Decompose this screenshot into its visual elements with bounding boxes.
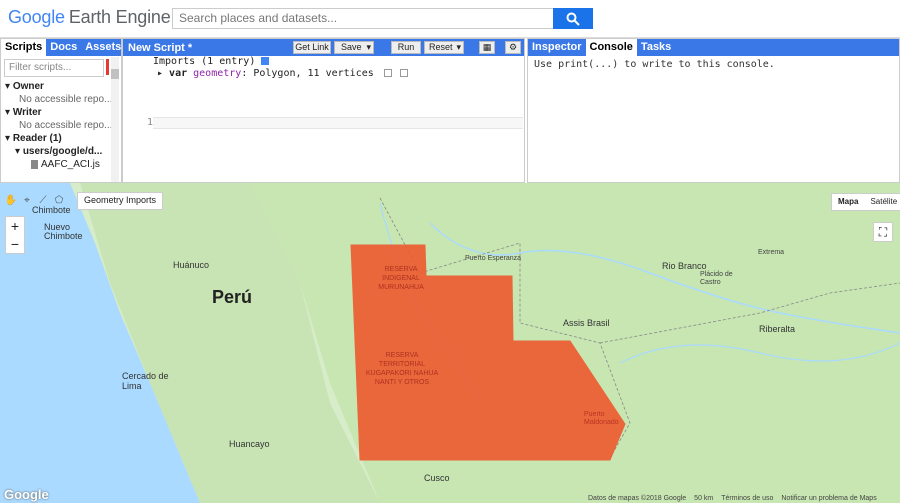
line-icon[interactable]: ⟋: [36, 193, 50, 207]
terms-link[interactable]: Términos de uso: [721, 495, 773, 503]
code-body[interactable]: Imports (1 entry) ▸ var geometry: Polygo…: [123, 56, 524, 80]
tree-users-google[interactable]: ▾ users/google/d...: [1, 145, 121, 158]
tree-owner-label: Owner: [12, 81, 44, 92]
marker-icon[interactable]: ⌖: [20, 193, 34, 207]
map-type-control: Mapa Satélite: [831, 193, 900, 211]
scale-label: 50 km: [694, 495, 714, 502]
tree-file-aafc-label: AAFC_ACI.js: [41, 159, 100, 170]
scripts-panel: Scripts Docs Assets Filter scripts... ▾ …: [0, 38, 122, 183]
filter-scripts-input[interactable]: Filter scripts...: [4, 59, 104, 77]
expand-arrow-icon[interactable]: ▸: [157, 68, 169, 79]
apps-icon[interactable]: ▦: [479, 41, 495, 54]
tab-console[interactable]: Console: [585, 39, 637, 56]
tab-assets[interactable]: Assets: [81, 39, 125, 56]
map-type-map[interactable]: Mapa: [832, 194, 864, 210]
label-nuevo-chimbote: Nuevo Chimbote: [44, 222, 83, 241]
save-label: Save: [341, 42, 362, 52]
label-reserva-kugapakori: RESERVA TERRITORIAL KUGAPAKORI NAHUA NAN…: [365, 352, 439, 386]
label-reserva-murunahua: RESERVA INDIGENAL MURUNAHUA: [378, 266, 424, 291]
fullscreen-icon[interactable]: ⛶: [873, 222, 893, 242]
label-rio-branco: Rio Branco: [662, 261, 707, 271]
info-icon[interactable]: [261, 57, 270, 65]
label-huancayo: Huancayo: [229, 439, 270, 449]
code-header: New Script * Get Link Save ▾ Run Reset ▾…: [123, 39, 524, 56]
label-puerto-esperanza: Puerto Esperanza: [465, 255, 522, 262]
tree-file-aafc[interactable]: AAFC_ACI.js: [1, 158, 121, 171]
app-logo[interactable]: Google Earth Engine: [8, 7, 171, 28]
map-type-satellite[interactable]: Satélite: [864, 194, 900, 210]
file-icon: [31, 159, 38, 169]
cursor-line: [153, 117, 523, 129]
label-huanuco: Huánuco: [173, 260, 210, 270]
var-keyword: var: [169, 68, 188, 79]
run-button[interactable]: Run: [391, 41, 421, 54]
tree-users-google-label: users/google/d...: [22, 146, 103, 157]
scroll-indicator: [106, 59, 109, 75]
label-extrema: Extrema: [758, 249, 785, 256]
reset-label: Reset: [429, 42, 453, 52]
label-puerto-maldonado: Puerto Maldonado: [584, 411, 619, 426]
tab-tasks[interactable]: Tasks: [637, 39, 675, 56]
tab-docs[interactable]: Docs: [46, 39, 81, 56]
zoom-in-button[interactable]: +: [6, 217, 24, 235]
left-tabs: Scripts Docs Assets: [1, 39, 121, 56]
google-map-logo: Google: [4, 487, 49, 502]
label-riberalta: Riberalta: [759, 324, 796, 334]
console-message: Use print(...) to write to this console.: [534, 59, 775, 70]
tree-writer-label: Writer: [12, 107, 42, 118]
right-tabs: Inspector Console Tasks: [528, 39, 899, 56]
tree-writer-empty: No accessible repo...: [19, 120, 113, 131]
imports-line[interactable]: Imports (1 entry): [127, 56, 524, 68]
search-input[interactable]: Search places and datasets...: [172, 8, 554, 29]
save-button[interactable]: Save ▾: [334, 41, 374, 54]
line-number: 1: [146, 117, 153, 128]
search-icon: [566, 12, 580, 26]
gear-icon[interactable]: ⚙: [505, 41, 521, 54]
label-assis-brasil: Assis Brasil: [563, 318, 610, 328]
grid-icon[interactable]: [399, 69, 408, 77]
report-problem-link[interactable]: Notificar un problema de Maps: [781, 495, 876, 503]
geometry-imports-button[interactable]: Geometry Imports: [77, 192, 164, 210]
polygon-icon[interactable]: ⬠: [52, 193, 66, 207]
tree-writer[interactable]: ▾ Writer: [1, 106, 121, 119]
reset-button[interactable]: Reset ▾: [424, 41, 464, 54]
var-name: geometry: [193, 68, 242, 79]
map-footer: Datos de mapas ©2018 Google 50 km Términ…: [588, 495, 877, 503]
chevron-down-icon: ▾: [366, 42, 371, 52]
get-link-button[interactable]: Get Link: [293, 41, 331, 54]
map-background: [0, 183, 900, 503]
tab-scripts[interactable]: Scripts: [1, 39, 47, 56]
imports-text: Imports (1 entry): [153, 56, 256, 67]
drawing-tools: ✋ ⌖ ⟋ ⬠: [4, 193, 66, 207]
label-placido: Plácido de Castro: [700, 271, 733, 286]
logo-google: Google: [8, 7, 65, 27]
hand-icon[interactable]: ✋: [4, 193, 18, 207]
tree-reader-label: Reader (1): [12, 133, 62, 144]
tab-inspector[interactable]: Inspector: [528, 39, 586, 56]
var-desc: : Polygon, 11 vertices: [241, 68, 374, 79]
label-cusco: Cusco: [424, 473, 450, 483]
console-panel: Inspector Console Tasks Use print(...) t…: [527, 38, 900, 183]
tree-reader[interactable]: ▾ Reader (1): [1, 132, 121, 145]
map-canvas[interactable]: Perú Huánuco Chimbote Nuevo Chimbote Cer…: [0, 183, 900, 503]
label-peru: Perú: [212, 287, 253, 307]
zoom-out-button[interactable]: −: [6, 235, 24, 253]
zoom-control: + −: [5, 216, 25, 254]
edit-icon[interactable]: [383, 69, 392, 77]
tree-owner[interactable]: ▾ Owner: [1, 80, 121, 93]
logo-earth-engine: Earth Engine: [68, 7, 171, 27]
var-line[interactable]: ▸ var geometry: Polygon, 11 vertices: [127, 68, 524, 80]
code-editor-panel: New Script * Get Link Save ▾ Run Reset ▾…: [122, 38, 525, 183]
script-title: New Script *: [128, 41, 193, 54]
left-scrollbar[interactable]: [111, 57, 119, 182]
top-bar: Google Earth Engine Search places and dat…: [0, 0, 900, 38]
map-data-credit: Datos de mapas ©2018 Google: [588, 495, 687, 502]
tree-owner-empty: No accessible repo...: [19, 94, 113, 105]
search-button[interactable]: [553, 8, 593, 29]
chevron-down-icon: ▾: [456, 42, 461, 52]
label-cercado-de-lima: Cercado de Lima: [122, 371, 169, 391]
